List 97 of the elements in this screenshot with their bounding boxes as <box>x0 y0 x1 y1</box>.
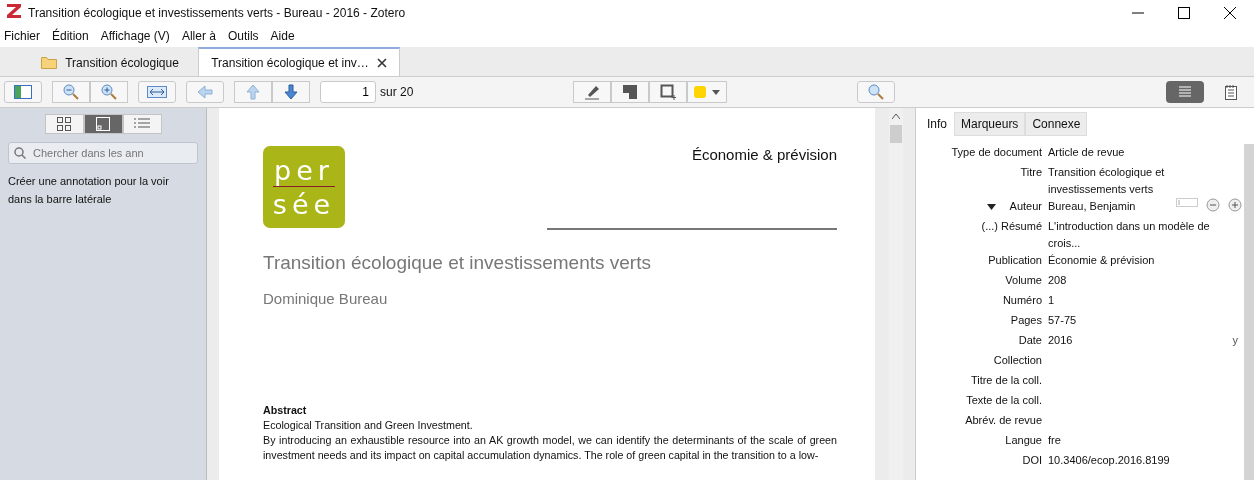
field-label: Volume <box>1005 273 1042 288</box>
note-icon <box>623 85 638 99</box>
sidebar-toggle-button[interactable] <box>4 81 42 103</box>
field-label: Pages <box>1010 313 1042 328</box>
search-field[interactable]: Chercher dans les ann <box>8 142 198 164</box>
scrollbar-thumb[interactable] <box>890 125 902 143</box>
abstract-text: By introducing an exhaustible resource into an AK growth model, we can identify the determinants of the scale of green investment needs and its impact on capital accumulation dynamics. The role of green capital in the transition to a low- <box>263 433 837 463</box>
field-label: Abrév. de revue <box>965 413 1042 428</box>
color-swatch-icon <box>694 86 707 98</box>
field-label: Titre <box>1020 165 1042 180</box>
field-value[interactable]: Transition écologique et investissements verts <box>1048 164 1242 198</box>
field-label: Numéro <box>1002 293 1042 308</box>
zoom-out-button[interactable] <box>52 81 90 103</box>
item-pane-button[interactable] <box>1166 81 1204 103</box>
tab-label: Transition écologique <box>65 55 179 70</box>
caret-icon[interactable] <box>892 114 900 119</box>
grid-icon <box>57 117 71 131</box>
field-label: Publication <box>988 253 1042 268</box>
left-arrow-icon <box>197 85 213 99</box>
menu-item[interactable]: Outils <box>227 29 259 43</box>
area-tool-button[interactable] <box>649 81 688 103</box>
tab[interactable]: Connexe <box>1025 112 1088 136</box>
note-tool-button[interactable] <box>611 81 650 103</box>
scrollbar[interactable] <box>889 108 903 480</box>
up-arrow-icon <box>246 84 260 100</box>
abstract-subtitle: Ecological Transition and Green Investment. <box>263 418 474 433</box>
search-icon <box>14 147 26 159</box>
field-label: Texte de la coll. <box>966 393 1042 408</box>
article-title: Transition écologique et investissements verts <box>263 252 652 274</box>
field-value[interactable]: 57-75 <box>1048 312 1077 329</box>
tab-label: Transition écologique et inv… <box>211 55 369 70</box>
down-arrow-icon <box>284 84 298 100</box>
list-icon <box>134 118 150 130</box>
field-value[interactable]: fre <box>1048 432 1061 449</box>
dropdown-arrow-icon[interactable] <box>986 204 996 210</box>
field-label: Titre de la coll. <box>970 373 1042 388</box>
close-icon[interactable] <box>1224 6 1236 19</box>
search-icon <box>868 84 885 100</box>
caret-icon <box>712 89 721 95</box>
field-value[interactable]: 1 <box>1048 292 1055 309</box>
area-select-icon <box>660 84 677 100</box>
article-author: Dominique Bureau <box>263 290 389 307</box>
tab[interactable]: Transition écologique <box>22 49 198 76</box>
field-value[interactable]: 208 <box>1048 272 1067 289</box>
field-label: Collection <box>993 353 1042 368</box>
fit-width-button[interactable] <box>138 81 176 103</box>
highlight-tool-button[interactable] <box>573 81 612 103</box>
annotations-view-button[interactable] <box>83 114 123 134</box>
menu-item[interactable]: Fichier <box>4 29 40 43</box>
journal-logo: per sée <box>263 146 345 228</box>
add-icon[interactable] <box>1228 198 1242 212</box>
field-value[interactable]: L'introduction dans un modèle de crois... <box>1048 218 1242 252</box>
marker-icon <box>584 84 601 100</box>
next-page-button[interactable] <box>272 81 310 103</box>
page-count: sur 20 <box>380 85 414 99</box>
search-input[interactable]: Chercher dans les ann <box>31 146 165 160</box>
color-picker-button[interactable] <box>687 81 728 103</box>
field-label: Type de document <box>951 145 1042 160</box>
window-title: Transition écologique et investissements verts - Bureau - 2016 - Zotero <box>28 5 407 20</box>
maximize-icon[interactable] <box>1178 6 1190 19</box>
find-button[interactable] <box>857 81 896 103</box>
tab[interactable]: Transition écologique et inv… <box>198 47 400 76</box>
close-icon[interactable] <box>376 57 387 68</box>
remove-icon[interactable] <box>1206 198 1220 212</box>
zoom-out-icon <box>63 84 79 100</box>
field-label: Auteur <box>1009 199 1042 214</box>
field-value[interactable]: Bureau, Benjamin <box>1048 198 1136 215</box>
tab[interactable]: Marqueurs <box>954 112 1026 136</box>
notepad-icon <box>1224 84 1238 100</box>
journal-name: Économie & prévision <box>691 146 837 163</box>
field-label: DOI <box>1022 453 1042 468</box>
abstract-heading: Abstract <box>263 403 308 418</box>
field-value[interactable]: Économie & prévision <box>1048 252 1155 269</box>
menu-item[interactable]: Affichage (V) <box>100 29 170 43</box>
back-button[interactable] <box>186 81 224 103</box>
field-label: Langue <box>1005 433 1042 448</box>
date-format-hint: y <box>1232 333 1239 348</box>
menu-item[interactable]: Aller à <box>181 29 216 43</box>
square-icon <box>96 117 110 131</box>
sidebar-icon <box>14 85 32 99</box>
field-label: (...) Résumé <box>981 219 1042 234</box>
field-label: Date <box>1018 333 1042 348</box>
double-arrow-icon <box>147 86 167 98</box>
field-value[interactable]: Article de revue <box>1048 144 1125 161</box>
field-value[interactable]: 10.3406/ecop.2016.8199 <box>1048 452 1170 469</box>
zoom-in-icon <box>101 84 117 100</box>
empty-annotations-hint: Créer une annotation pour la voir dans la barre latérale <box>8 174 170 207</box>
folder-icon <box>41 56 58 69</box>
zoom-in-button[interactable] <box>90 81 128 103</box>
field-value[interactable]: 2016 <box>1048 332 1073 349</box>
menu-item[interactable]: Aide <box>270 29 295 43</box>
page-number-field[interactable]: 1 <box>320 81 376 103</box>
menu-item[interactable]: Édition <box>52 29 89 43</box>
thumbnails-view-button[interactable] <box>44 114 84 134</box>
field-mode-icon[interactable] <box>1176 198 1198 207</box>
scrollbar[interactable] <box>1244 144 1254 480</box>
lines-icon <box>1178 86 1192 98</box>
